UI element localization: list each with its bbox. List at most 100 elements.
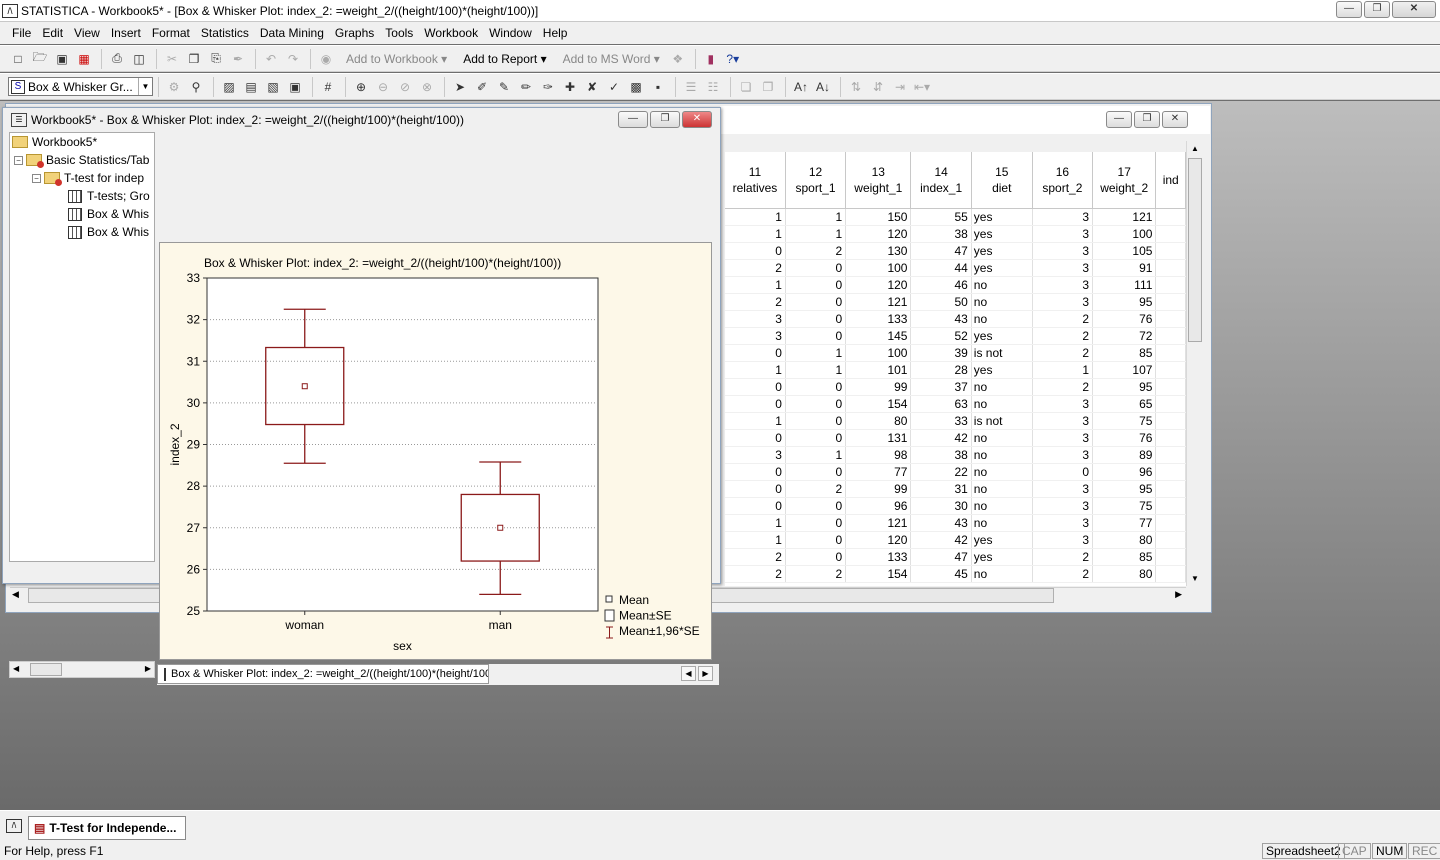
table-cell[interactable]: 1 xyxy=(725,225,786,243)
table-cell[interactable]: 107 xyxy=(1092,361,1157,379)
column-header[interactable]: 14 index_1 xyxy=(910,152,972,209)
table-cell[interactable]: 80 xyxy=(1092,565,1157,583)
table-cell[interactable]: 50 xyxy=(910,293,972,311)
table-cell[interactable]: 76 xyxy=(1092,310,1157,328)
edit-line-icon[interactable]: ✏ xyxy=(516,77,536,97)
table-cell[interactable]: yes xyxy=(971,259,1033,277)
table-cell[interactable]: 47 xyxy=(910,242,972,260)
table-cell[interactable] xyxy=(1155,208,1186,226)
table-cell[interactable]: 3 xyxy=(725,310,786,328)
table-cell[interactable]: 1 xyxy=(725,531,786,549)
scroll-down-icon[interactable]: ▼ xyxy=(1187,571,1203,586)
table-cell[interactable]: yes xyxy=(971,361,1033,379)
table-cell[interactable]: 1 xyxy=(785,208,847,226)
minimize-button[interactable]: — xyxy=(1336,1,1362,18)
table-cell[interactable]: 3 xyxy=(725,327,786,345)
table-cell[interactable]: 72 xyxy=(1092,327,1157,345)
table-cell[interactable]: 100 xyxy=(1092,225,1157,243)
table-cell[interactable]: 47 xyxy=(910,548,972,566)
table-cell[interactable]: 42 xyxy=(910,429,972,447)
table-cell[interactable]: 99 xyxy=(845,378,912,396)
table-cell[interactable]: 1 xyxy=(785,344,847,362)
table-cell[interactable]: 2 xyxy=(1032,565,1094,583)
tree-hscroll-thumb[interactable] xyxy=(30,663,62,676)
table-cell[interactable]: 130 xyxy=(845,242,912,260)
zoom-fit-icon[interactable]: ⊘ xyxy=(395,77,415,97)
table-cell[interactable]: 99 xyxy=(845,480,912,498)
table-cell[interactable]: 95 xyxy=(1092,293,1157,311)
graph-selector-combo[interactable]: S Box & Whisker Gr... ▼ xyxy=(8,77,153,96)
collapse-icon[interactable]: − xyxy=(14,155,23,165)
table-cell[interactable]: 111 xyxy=(1092,276,1157,294)
table-cell[interactable]: 0 xyxy=(785,514,847,532)
table-cell[interactable] xyxy=(1155,378,1186,396)
menu-file[interactable]: File xyxy=(12,26,31,40)
add-to-report-button[interactable]: Add to Report ▾ xyxy=(463,52,546,66)
sheet-restore-button[interactable]: ❐ xyxy=(1134,111,1160,128)
lock-icon[interactable]: ▩ xyxy=(626,77,646,97)
table-cell[interactable]: 2 xyxy=(1032,327,1094,345)
table-cell[interactable]: 150 xyxy=(845,208,912,226)
pdf-icon[interactable]: ▦ xyxy=(74,49,94,69)
table-cell[interactable]: 55 xyxy=(910,208,972,226)
draw-line-icon[interactable]: ✚ xyxy=(560,77,580,97)
restore-button[interactable]: ❐ xyxy=(1364,1,1390,18)
menu-insert[interactable]: Insert xyxy=(111,26,141,40)
add-to-workbook-button[interactable]: Add to Workbook ▾ xyxy=(346,52,447,66)
table-cell[interactable]: 22 xyxy=(910,463,972,481)
table-cell[interactable]: 91 xyxy=(1092,259,1157,277)
table-cell[interactable]: 3 xyxy=(1032,242,1094,260)
new-file-icon[interactable]: □ xyxy=(8,49,28,69)
graph-select-icon[interactable]: ▨ xyxy=(219,77,239,97)
column-header[interactable]: 11 relatives xyxy=(725,152,786,209)
graph-plot-icon[interactable]: ▤ xyxy=(241,77,261,97)
table-cell[interactable]: 43 xyxy=(910,310,972,328)
table-cell[interactable]: 0 xyxy=(725,242,786,260)
table-cell[interactable] xyxy=(1155,395,1186,413)
scroll-left-icon[interactable]: ◀ xyxy=(12,589,19,600)
sort-desc-icon[interactable]: ⇵ xyxy=(868,77,888,97)
table-cell[interactable]: 3 xyxy=(1032,395,1094,413)
table-cell[interactable]: 100 xyxy=(845,344,912,362)
table-cell[interactable]: 75 xyxy=(1092,412,1157,430)
table-cell[interactable]: 0 xyxy=(785,463,847,481)
zoom-reset-icon[interactable]: ⊗ xyxy=(417,77,437,97)
table-cell[interactable]: 0 xyxy=(785,327,847,345)
zoom-in-icon[interactable]: ⊕ xyxy=(351,77,371,97)
tree-node-t-test[interactable]: − T-test for indep xyxy=(32,169,144,187)
spreadsheet-grid[interactable]: 11 relatives 12 sport_1 13 weight_1 14 index_1 1… xyxy=(725,152,1186,586)
distribute-icon[interactable]: ☷ xyxy=(703,77,723,97)
column-header[interactable]: 13 weight_1 xyxy=(845,152,912,209)
paste-icon[interactable]: ⎘ xyxy=(206,49,226,69)
table-cell[interactable]: 2 xyxy=(785,480,847,498)
cut-icon[interactable]: ✂ xyxy=(162,49,182,69)
table-cell[interactable]: no xyxy=(971,480,1033,498)
sort-asc-icon[interactable]: ⇅ xyxy=(846,77,866,97)
table-cell[interactable]: is not xyxy=(971,412,1033,430)
format-painter-icon[interactable]: ✒ xyxy=(228,49,248,69)
table-cell[interactable]: 0 xyxy=(785,310,847,328)
column-header[interactable]: ind xyxy=(1155,152,1186,209)
table-cell[interactable]: is not xyxy=(971,344,1033,362)
table-cell[interactable]: yes xyxy=(971,531,1033,549)
font-decrease-icon[interactable]: A↓ xyxy=(813,77,833,97)
table-cell[interactable]: yes xyxy=(971,208,1033,226)
table-cell[interactable]: 37 xyxy=(910,378,972,396)
table-cell[interactable]: 85 xyxy=(1092,344,1157,362)
table-cell[interactable]: 145 xyxy=(845,327,912,345)
open-folder-icon[interactable]: 🗁 xyxy=(30,49,50,69)
table-cell[interactable]: 63 xyxy=(910,395,972,413)
table-cell[interactable]: 2 xyxy=(725,548,786,566)
table-cell[interactable]: 131 xyxy=(845,429,912,447)
check-icon[interactable]: ✓ xyxy=(604,77,624,97)
tree-node-box-whisker-2[interactable]: Box & Whis xyxy=(68,223,149,241)
zoom-graph-icon[interactable]: ⚲ xyxy=(186,77,206,97)
table-cell[interactable]: 1 xyxy=(725,514,786,532)
table-cell[interactable]: no xyxy=(971,429,1033,447)
table-cell[interactable]: 75 xyxy=(1092,497,1157,515)
table-cell[interactable] xyxy=(1155,412,1186,430)
menu-help[interactable]: Help xyxy=(543,26,568,40)
table-cell[interactable] xyxy=(1155,344,1186,362)
graph-settings-icon[interactable]: ⚙ xyxy=(164,77,184,97)
table-cell[interactable]: yes xyxy=(971,327,1033,345)
